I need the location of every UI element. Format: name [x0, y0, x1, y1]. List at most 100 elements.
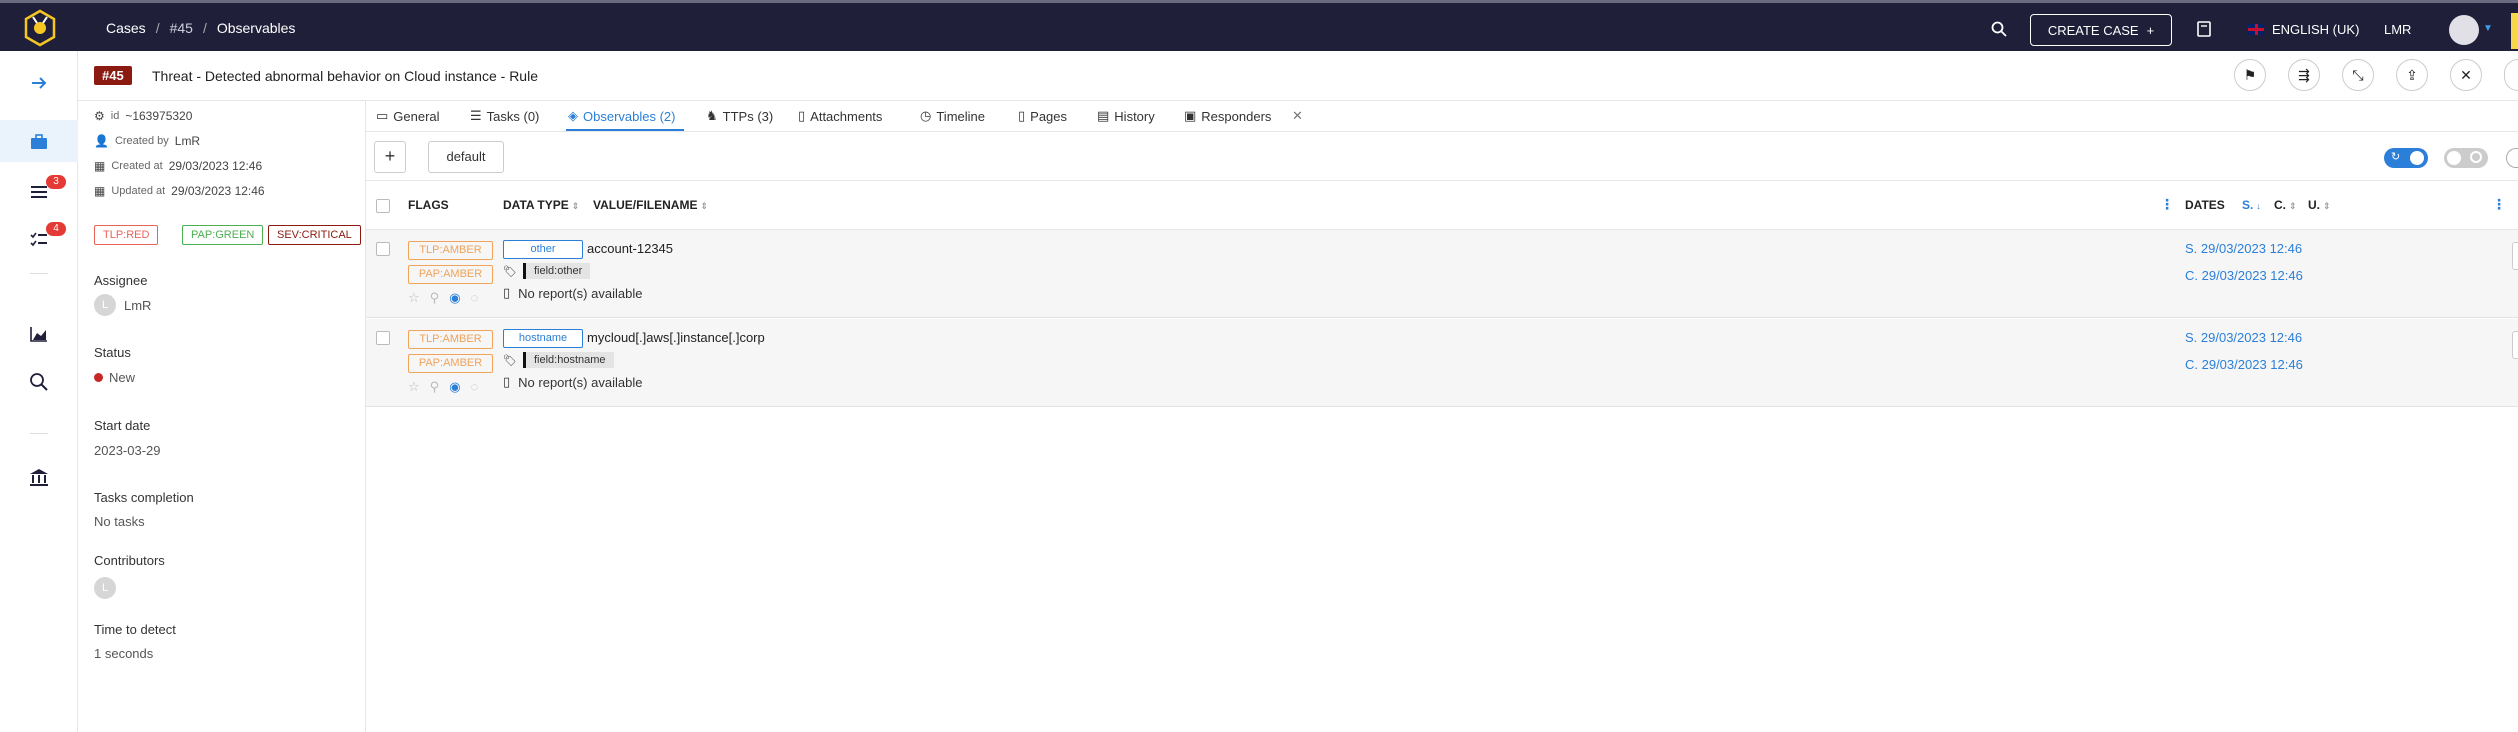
create-case-button[interactable]: CREATE CASE + [2030, 14, 2172, 46]
tab-pages[interactable]: ▯ Pages [1018, 108, 1067, 124]
created-by-label: Created by [114, 135, 169, 147]
document-icon: ▯ [503, 285, 511, 300]
tab-label: History [1114, 108, 1155, 124]
gear-icon: ⚙ [94, 109, 105, 123]
tab-timeline[interactable]: ◷ Timeline [920, 108, 985, 124]
user-icon: 👤 [94, 134, 109, 148]
created-sort-header[interactable]: C. ⇕ [2274, 198, 2297, 212]
select-all-checkbox[interactable] [376, 199, 390, 213]
time-to-detect-value: 1 seconds [94, 646, 154, 661]
tab-tasks[interactable]: ☰ Tasks (0) [470, 108, 539, 124]
dashboard-chart-icon[interactable] [28, 323, 50, 345]
star-icon[interactable]: ☆ [408, 379, 420, 395]
book-icon[interactable] [2197, 21, 2211, 37]
header-label: U. [2308, 198, 2320, 212]
flag-icon: ⚑ [2243, 66, 2257, 83]
tab-label: Attachments [810, 108, 883, 124]
table-row[interactable]: TLP:AMBER PAP:AMBER ☆ ⚲ ◉ ◌ hostname myc… [366, 319, 2518, 407]
file-icon: ▯ [798, 108, 806, 123]
field-tag[interactable]: field:hostname [522, 352, 614, 368]
merge-icon: ⇶ [2298, 66, 2310, 83]
star-icon[interactable]: ☆ [408, 290, 420, 306]
dates-column-menu-icon[interactable]: ⋮ [2492, 196, 2506, 213]
export-button[interactable]: ⇪ [2396, 59, 2428, 91]
value-column-menu-icon[interactable]: ⋮ [2160, 196, 2174, 213]
auto-refresh-toggle[interactable]: ↻ [2384, 148, 2428, 168]
search-icon[interactable] [1991, 21, 2007, 37]
close-case-button[interactable]: ✕ [2450, 59, 2482, 91]
row-actions-button[interactable] [2512, 242, 2518, 270]
eye-icon[interactable]: ◉ [449, 290, 460, 306]
assignee-value[interactable]: L LmR [94, 294, 151, 316]
updated-sort-header[interactable]: U. ⇕ [2308, 198, 2331, 212]
created-at-label: Created at [111, 160, 163, 172]
caret-down-icon[interactable]: ▼ [2483, 23, 2493, 34]
observable-tags: 🏷 field:hostname [503, 352, 614, 368]
created-date: C. 29/03/2023 12:46 [2185, 268, 2303, 283]
thehive-logo-icon[interactable] [22, 9, 58, 47]
breadcrumb-case-ref[interactable]: #45 [170, 20, 193, 36]
preset-filter-button[interactable]: default [428, 141, 504, 173]
language-selector[interactable]: ENGLISH (UK) [2248, 22, 2359, 37]
tab-history[interactable]: ▤ History [1097, 108, 1155, 124]
case-header: #45 Threat - Detected abnormal behavior … [78, 51, 2518, 101]
tab-label: General [393, 108, 440, 124]
toggle-knob [2410, 151, 2424, 165]
sighted-icon[interactable]: ◌ [471, 379, 479, 395]
delete-case-button[interactable] [2504, 59, 2518, 91]
add-observable-button[interactable]: + [374, 141, 406, 173]
sort-icon: ⇕ [700, 201, 708, 211]
tab-label: TTPs (3) [722, 108, 774, 124]
view-mode-toggle[interactable] [2444, 148, 2488, 168]
tab-observables[interactable]: ◈ Observables (2) [568, 108, 675, 124]
report-status: ▯ No report(s) available [503, 374, 642, 390]
merge-case-button[interactable]: ⇶ [2288, 59, 2320, 91]
tab-general[interactable]: ▭ General [376, 108, 440, 124]
start-date-sort-header[interactable]: S. ↓ [2242, 198, 2261, 212]
toggle-off-icon [2470, 151, 2482, 163]
pap-flag: PAP:AMBER [408, 354, 493, 373]
ioc-icon[interactable]: ⚲ [430, 379, 440, 395]
status-value[interactable]: New [94, 370, 135, 385]
row-checkbox[interactable] [376, 331, 390, 345]
close-tab-icon[interactable]: ✕ [1292, 108, 1303, 124]
organisation-bank-icon[interactable] [28, 466, 50, 488]
created-at-value: 29/03/2023 12:46 [168, 159, 263, 173]
tab-attachments[interactable]: ▯ Attachments [798, 108, 882, 124]
side-nav: 3 4 [0, 51, 78, 732]
sighted-icon[interactable]: ◌ [471, 290, 479, 306]
collapse-button[interactable]: ⤡ [2342, 59, 2374, 91]
status-label: Status [94, 345, 131, 360]
sort-icon: ⇕ [2289, 201, 2297, 211]
tab-ttps[interactable]: ♞ TTPs (3) [706, 108, 773, 124]
contributor-avatar[interactable]: L [94, 577, 116, 599]
flag-case-button[interactable]: ⚑ [2234, 59, 2266, 91]
data-type-header[interactable]: DATA TYPE ⇕ [503, 198, 579, 212]
case-details-panel: ⚙ id ~163975320 👤 Created by LmR ▦ Creat… [78, 101, 366, 732]
create-case-label: CREATE CASE [2047, 22, 2139, 38]
value-header[interactable]: VALUE/FILENAME ⇕ [593, 198, 708, 212]
tab-responders[interactable]: ▣ Responders [1184, 108, 1271, 124]
case-title: Threat - Detected abnormal behavior on C… [152, 68, 538, 84]
eye-icon[interactable]: ◉ [449, 379, 460, 395]
table-row[interactable]: TLP:AMBER PAP:AMBER ☆ ⚲ ◉ ◌ other accoun… [366, 230, 2518, 318]
user-avatar[interactable] [2449, 15, 2479, 45]
row-actions-button[interactable] [2512, 331, 2518, 359]
created-date: C. 29/03/2023 12:46 [2185, 357, 2303, 372]
row-checkbox[interactable] [376, 242, 390, 256]
updated-at-row: ▦ Updated at 29/03/2023 12:46 [94, 184, 265, 198]
tlp-tag: TLP:RED [94, 225, 159, 245]
extra-toggle[interactable] [2506, 148, 2518, 168]
header-label: S. [2242, 198, 2254, 212]
data-type-badge: other [503, 240, 583, 259]
search-nav-icon[interactable] [28, 371, 50, 393]
ioc-icon[interactable]: ⚲ [430, 290, 440, 306]
field-tag[interactable]: field:other [522, 263, 591, 279]
expand-arrow-icon[interactable] [28, 72, 50, 94]
created-at-row: ▦ Created at 29/03/2023 12:46 [94, 159, 262, 173]
top-bar: Cases / #45 / Observables CREATE CASE + … [0, 0, 2518, 51]
breadcrumb-cases[interactable]: Cases [106, 20, 146, 36]
observable-value[interactable]: account-12345 [587, 241, 673, 256]
observable-value[interactable]: mycloud[.]aws[.]instance[.]corp [587, 330, 765, 345]
cases-briefcase-icon[interactable] [28, 131, 50, 153]
